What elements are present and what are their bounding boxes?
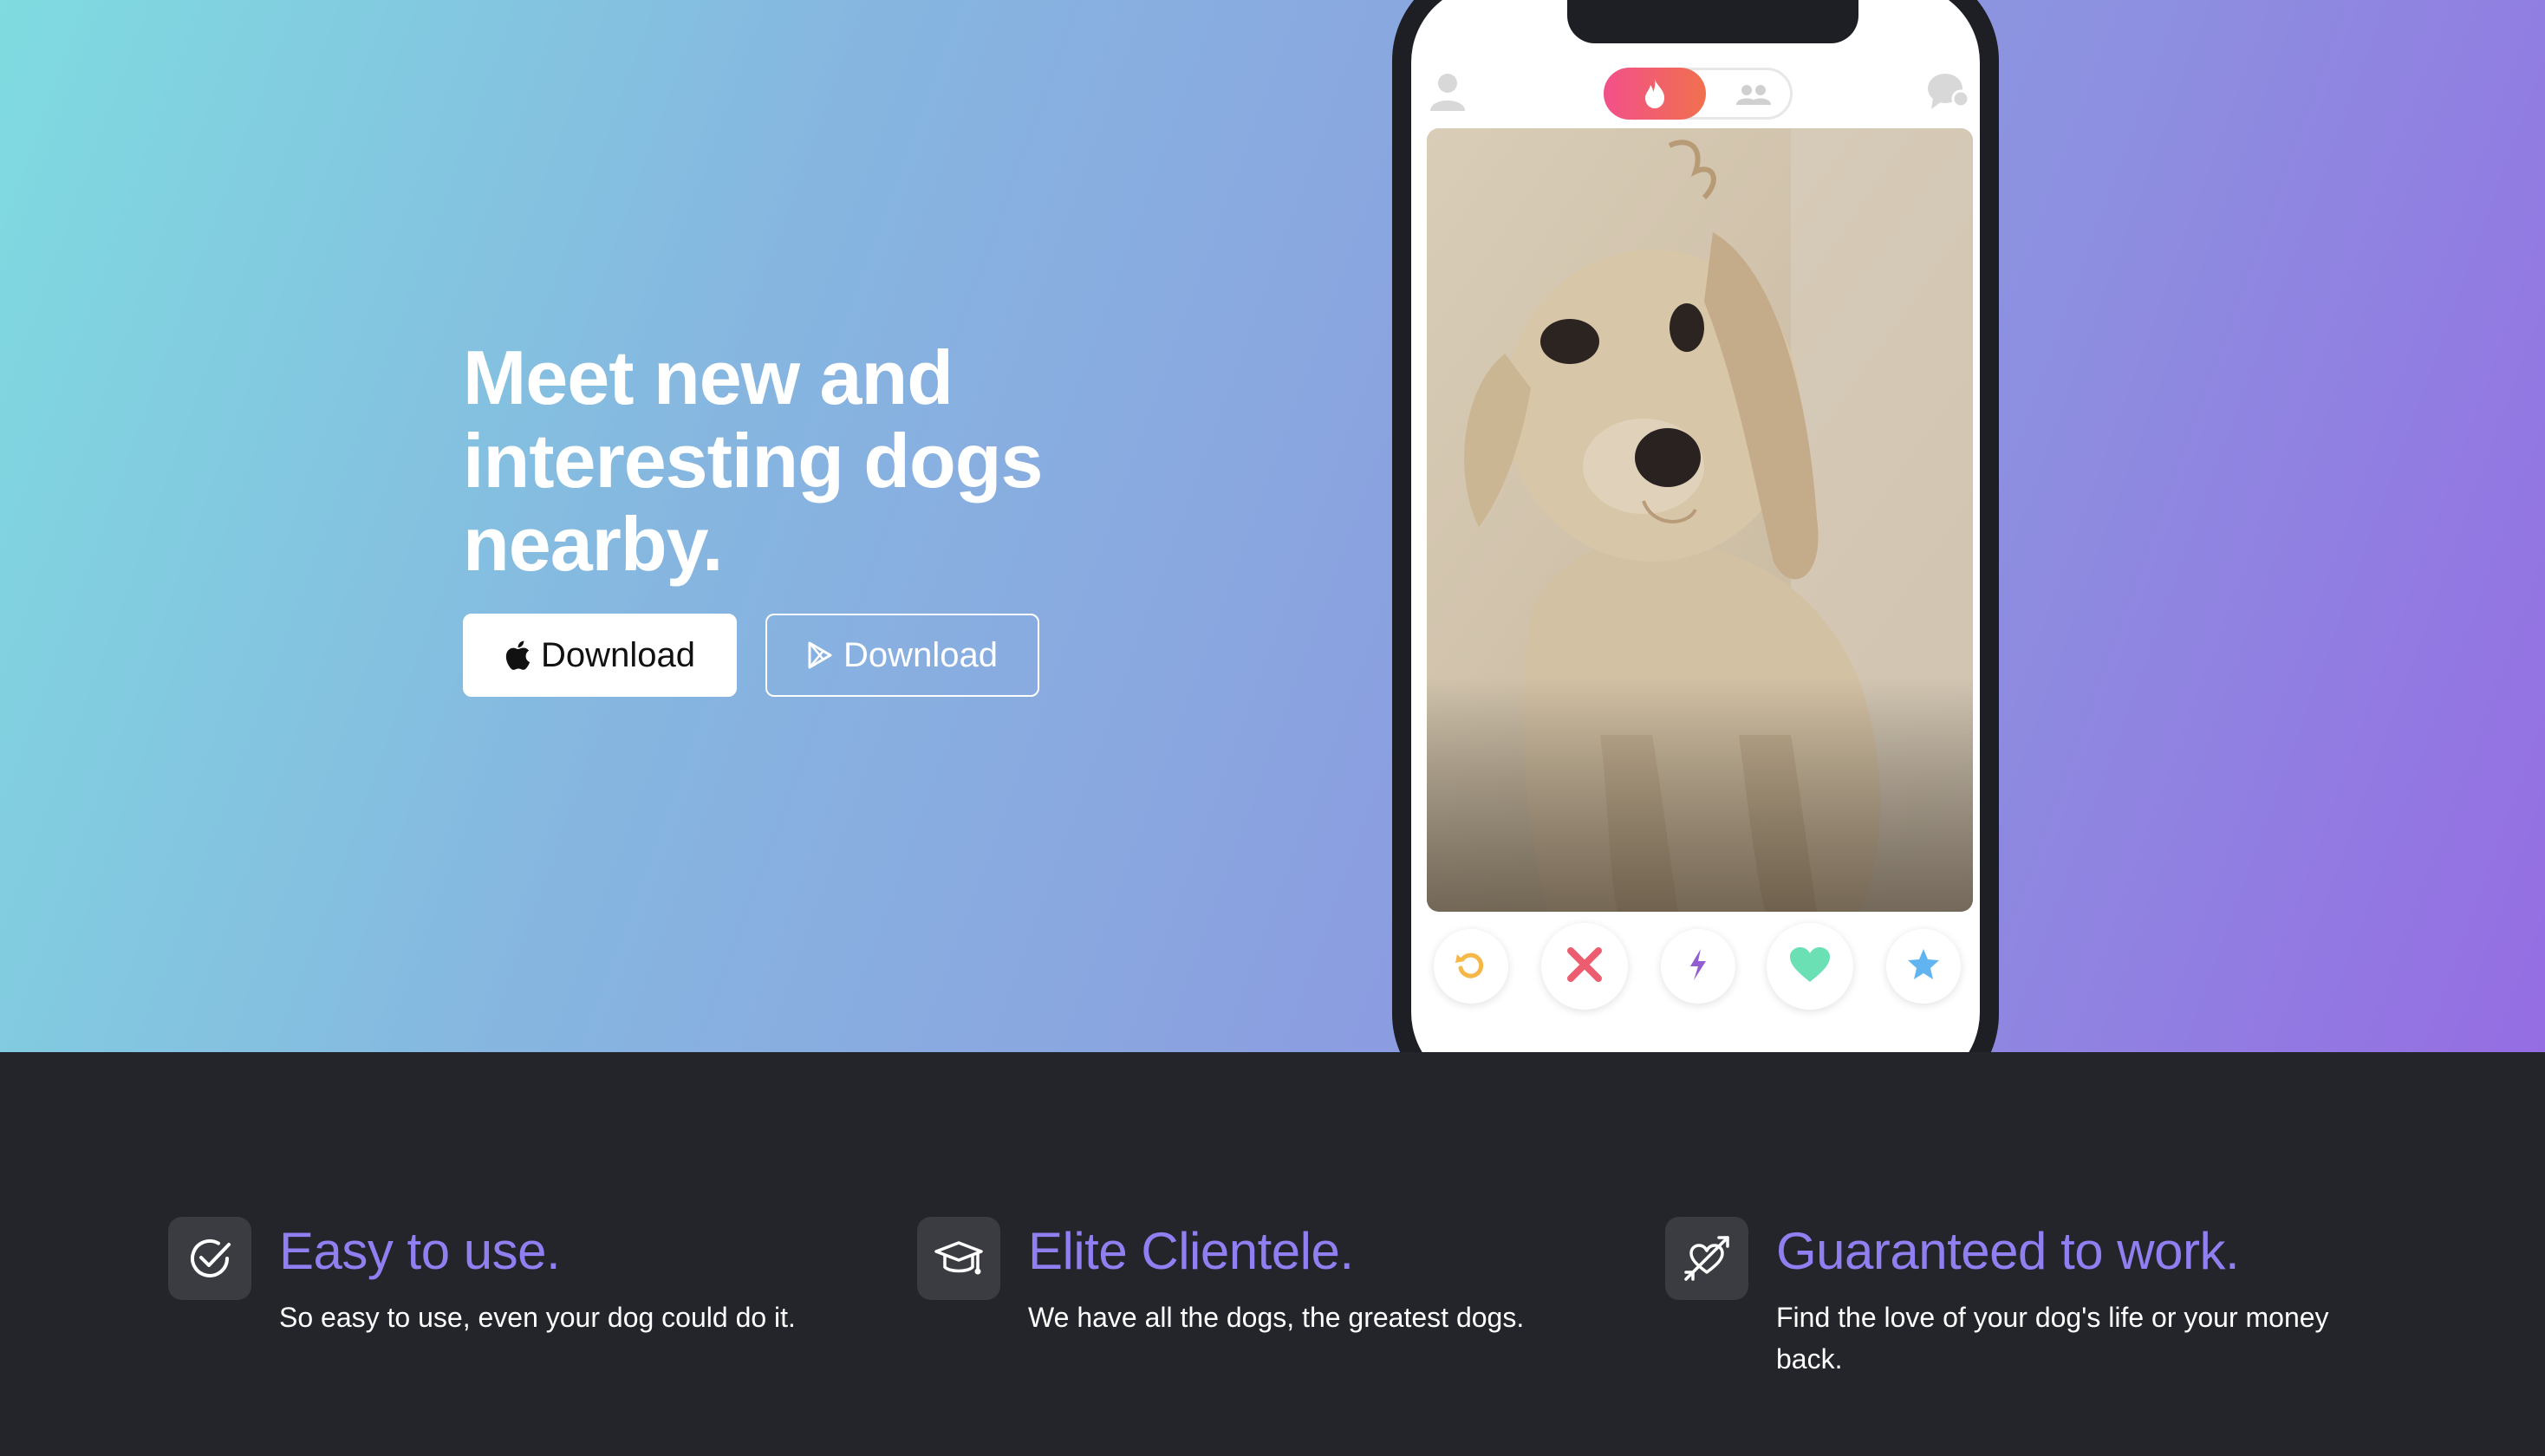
super-like-icon — [1906, 947, 1941, 986]
boost-icon — [1687, 947, 1709, 986]
hero-section: Meet new and interesting dogs nearby. Do… — [0, 0, 2545, 1052]
landing-page: Meet new and interesting dogs nearby. Do… — [0, 0, 2545, 1456]
download-label: Download — [541, 635, 695, 674]
feature-description: We have all the dogs, the greatest dogs. — [1028, 1302, 1525, 1333]
feature-description: Find the love of your dog's life or your… — [1776, 1302, 2329, 1375]
chat-icon[interactable] — [1926, 71, 1970, 115]
rewind-button[interactable] — [1434, 929, 1508, 1004]
feature-title: Guaranteed to work. — [1776, 1222, 2240, 1280]
nope-icon — [1565, 946, 1604, 988]
feature-title: Elite Clientele. — [1028, 1222, 1354, 1280]
dog-photo-card[interactable] — [1427, 128, 1973, 912]
heart-arrow-icon — [1665, 1217, 1748, 1300]
super-like-button[interactable] — [1886, 929, 1961, 1004]
play-store-download-button[interactable]: Download — [765, 614, 1039, 697]
like-button[interactable] — [1767, 923, 1853, 1010]
phone-screen — [1411, 0, 1980, 1052]
play-store-icon — [807, 641, 833, 669]
apple-icon — [504, 640, 530, 670]
app-store-download-button[interactable]: Download — [463, 614, 737, 697]
feature-description: So easy to use, even your dog could do i… — [279, 1302, 796, 1333]
mode-toggle[interactable] — [1604, 68, 1793, 120]
hero-title: Meet new and interesting dogs nearby. — [463, 335, 1044, 587]
boost-button[interactable] — [1661, 929, 1735, 1004]
download-label: Download — [843, 635, 998, 674]
like-icon — [1788, 946, 1832, 988]
dog-photo — [1427, 128, 1973, 912]
graduation-cap-icon — [917, 1217, 1000, 1300]
phone-mockup — [1392, 0, 1999, 1052]
phone-notch — [1567, 0, 1858, 43]
rewind-icon — [1454, 947, 1488, 986]
feature-title: Easy to use. — [279, 1222, 561, 1280]
check-circle-icon — [168, 1217, 251, 1300]
flame-icon[interactable] — [1604, 68, 1706, 120]
nope-button[interactable] — [1541, 923, 1628, 1010]
group-icon[interactable] — [1728, 79, 1780, 110]
profile-icon[interactable] — [1429, 71, 1467, 117]
